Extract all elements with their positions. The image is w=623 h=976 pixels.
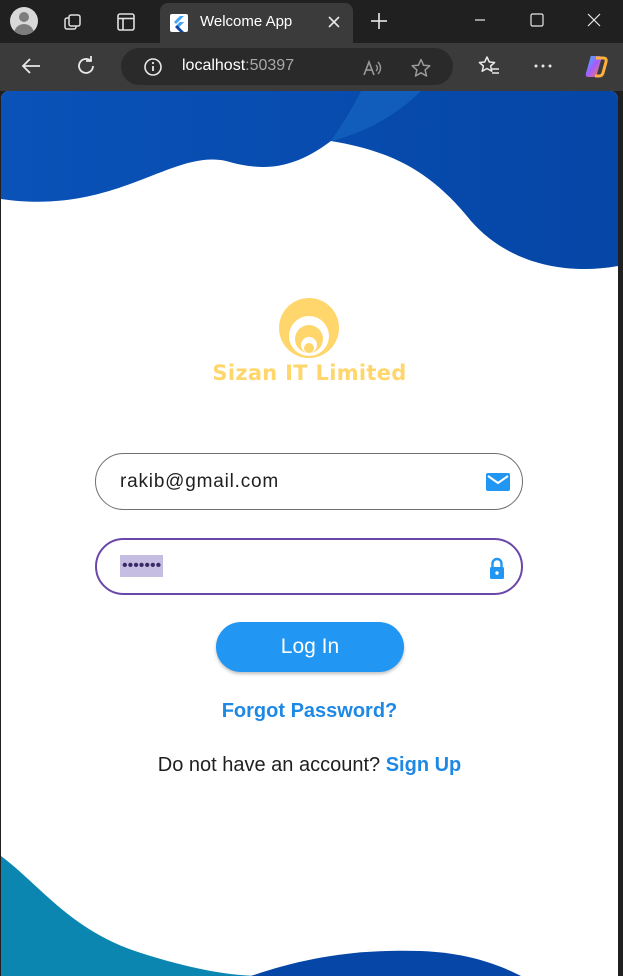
favorites-icon[interactable] <box>477 54 501 78</box>
login-page: Sizan IT Limited rakib@gmail.com •••••••… <box>1 91 618 976</box>
workspaces-icon[interactable] <box>62 11 84 33</box>
address-url: localhost:50397 <box>182 57 295 74</box>
flutter-icon <box>170 14 188 32</box>
tab-actions-icon[interactable] <box>115 11 137 33</box>
site-info-icon[interactable] <box>143 57 163 77</box>
favorite-star-icon[interactable] <box>410 57 432 79</box>
read-aloud-icon[interactable] <box>361 57 383 79</box>
close-window-icon[interactable] <box>583 9 605 31</box>
password-value: ••••••• <box>120 555 164 577</box>
background-waves <box>1 91 618 976</box>
lock-icon <box>490 557 504 579</box>
address-bar[interactable]: localhost:50397 <box>121 48 453 85</box>
browser-title-bar: Welcome App <box>0 0 623 43</box>
forgot-password-link[interactable]: Forgot Password? <box>1 700 618 723</box>
maximize-icon[interactable] <box>526 9 548 31</box>
mail-icon <box>486 473 510 491</box>
email-field[interactable]: rakib@gmail.com <box>95 453 523 510</box>
login-button[interactable]: Log In <box>216 622 404 672</box>
signup-link[interactable]: Sign Up <box>386 754 462 776</box>
new-tab-icon[interactable] <box>368 10 390 32</box>
tab-title: Welcome App <box>200 13 293 30</box>
brand-name: Sizan IT Limited <box>212 361 407 385</box>
profile-avatar-icon[interactable] <box>10 7 38 35</box>
signup-prompt: Do not have an account? <box>157 754 381 776</box>
back-icon[interactable] <box>19 54 43 78</box>
password-field[interactable]: ••••••• <box>95 538 523 595</box>
refresh-icon[interactable] <box>74 54 98 78</box>
company-logo <box>279 298 339 358</box>
email-value: rakib@gmail.com <box>120 471 280 492</box>
close-tab-icon[interactable] <box>325 13 343 31</box>
more-menu-icon[interactable] <box>531 54 555 78</box>
browser-tab-active[interactable]: Welcome App <box>160 3 353 43</box>
minimize-icon[interactable] <box>469 9 491 31</box>
copilot-icon[interactable] <box>582 52 610 80</box>
browser-toolbar: localhost:50397 <box>0 43 623 91</box>
signup-row: Do not have an account? Sign Up <box>1 754 618 777</box>
